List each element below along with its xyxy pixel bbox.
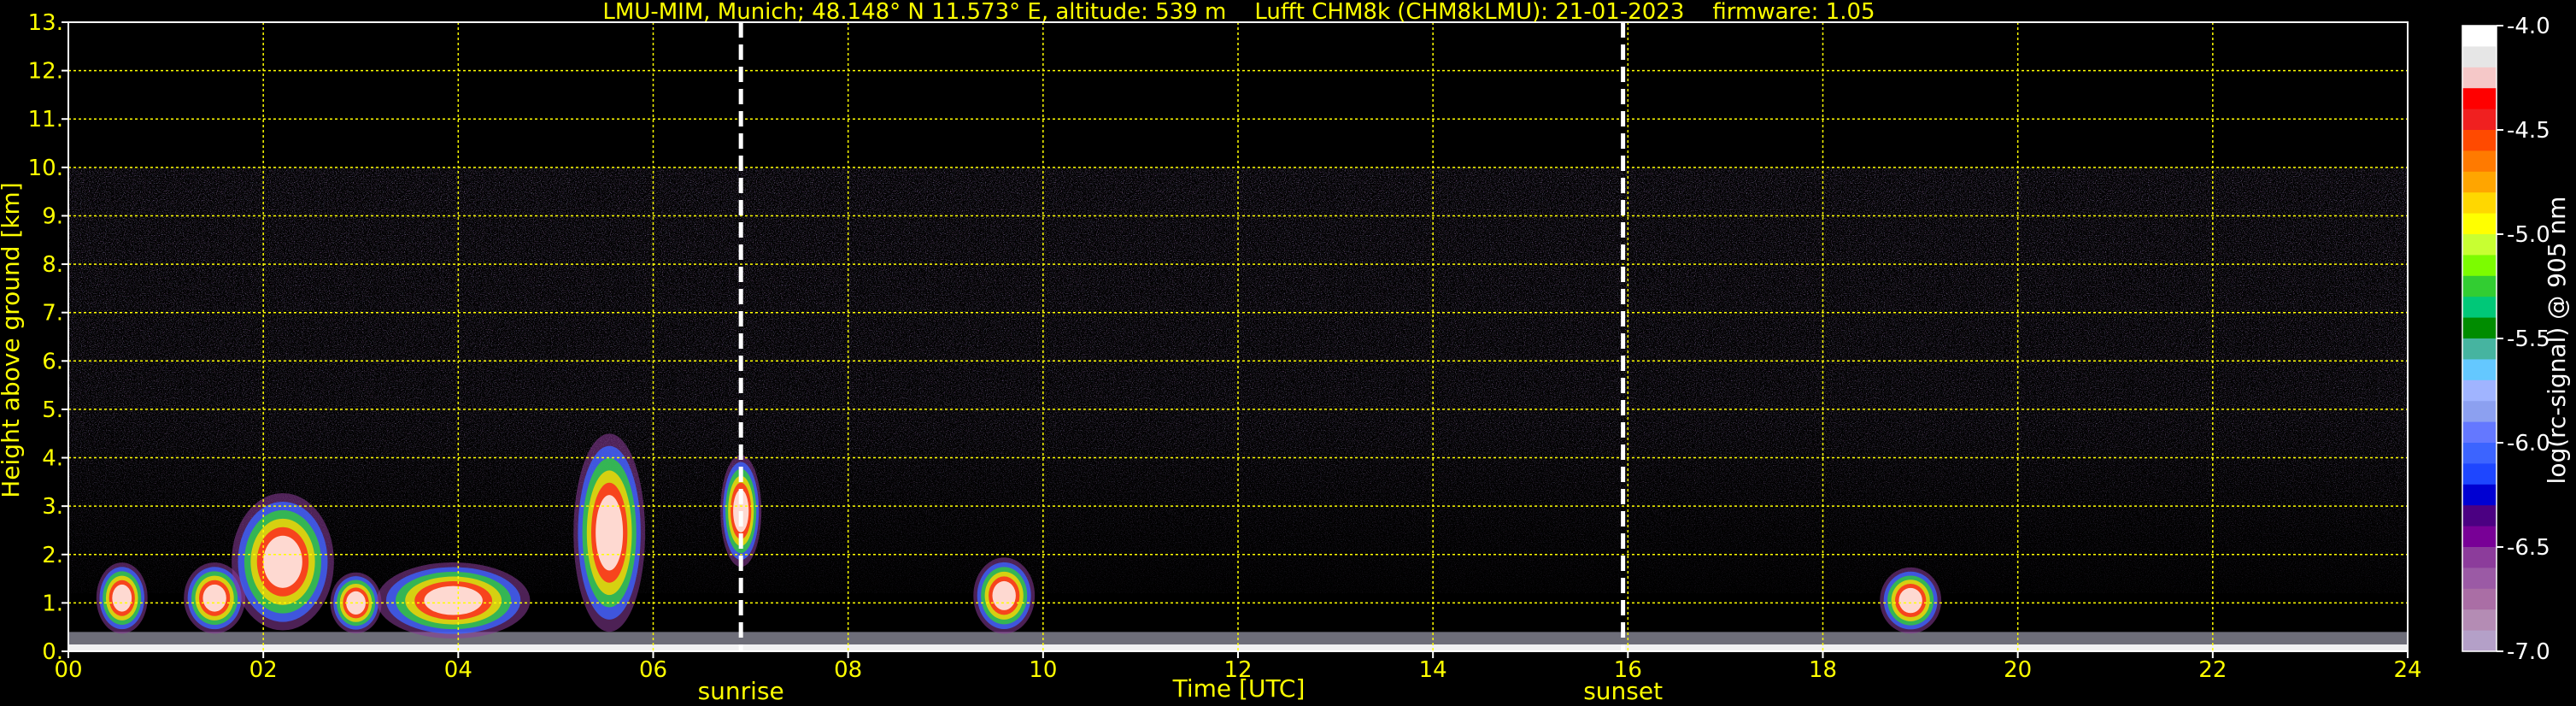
sunset-label: sunset: [1583, 677, 1663, 705]
colorbar-swatch: [2462, 234, 2497, 256]
x-tick-label: 10: [1029, 657, 1057, 683]
colorbar-swatch: [2462, 255, 2497, 277]
x-tick-label: 02: [249, 657, 278, 683]
feature-cloud: [573, 433, 646, 632]
plot-area: [67, 21, 2409, 652]
colorbar-swatch: [2462, 317, 2497, 339]
colorbar-swatch: [2462, 463, 2497, 485]
feature-cloud: [232, 493, 334, 631]
colorbar-swatch: [2462, 421, 2497, 444]
colorbar-swatch: [2462, 297, 2497, 319]
y-tick-label: 12.: [28, 59, 63, 85]
colorbar-swatch: [2462, 609, 2497, 632]
colorbar-swatch: [2462, 401, 2497, 423]
colorbar-swatch: [2462, 338, 2497, 360]
x-tick-label: 22: [2198, 657, 2227, 683]
colorbar-tick-label: -6.5: [2507, 535, 2550, 561]
y-tick-label: 8.: [42, 252, 63, 278]
x-tick-label: 18: [1809, 657, 1837, 683]
x-axis-label: Time [UTC]: [1172, 674, 1306, 703]
colorbar-swatch: [2462, 443, 2497, 464]
colorbar-swatch: [2462, 630, 2497, 652]
colorbar-swatch: [2462, 588, 2497, 610]
colorbar-tick-label: -4.0: [2507, 14, 2550, 39]
colorbar: -4.0-4.5-5.0-5.5-6.0-6.5-7.0: [2462, 14, 2550, 665]
y-tick-label: 1.: [42, 591, 63, 616]
x-tick-label: 14: [1419, 657, 1447, 683]
y-tick-label: 9.: [42, 203, 63, 229]
x-tick-label: 24: [2393, 657, 2421, 683]
colorbar-swatch: [2462, 67, 2497, 89]
colorbar-swatch: [2462, 568, 2497, 590]
colorbar-swatch: [2462, 379, 2497, 402]
x-tick-label: 06: [639, 657, 667, 683]
y-tick-label: 11.: [28, 107, 63, 132]
colorbar-swatch: [2462, 130, 2497, 151]
colorbar-swatch: [2462, 109, 2497, 131]
colorbar-swatch: [2462, 213, 2497, 235]
x-tick-label: 20: [2004, 657, 2032, 683]
colorbar-swatch: [2462, 547, 2497, 568]
colorbar-swatch: [2462, 150, 2497, 173]
y-tick-label: 3.: [42, 494, 63, 520]
colorbar-tick-label: -4.5: [2507, 118, 2550, 144]
y-tick-label: 2.: [42, 543, 63, 568]
colorbar-swatch: [2462, 359, 2497, 381]
colorbar-swatch: [2462, 526, 2497, 548]
feature-cloud: [376, 562, 531, 639]
chart-title: LMU-MIM, Munich; 48.148° N 11.573° E, al…: [602, 0, 1875, 25]
y-tick-label: 5.: [42, 397, 63, 423]
x-tick-label: 04: [444, 657, 472, 683]
colorbar-swatch: [2462, 484, 2497, 506]
colorbar-swatch: [2462, 275, 2497, 297]
colorbar-swatch: [2462, 171, 2497, 193]
feature-cloud: [973, 557, 1036, 634]
feature-cloud: [1880, 567, 1942, 634]
y-tick-label: 7.: [42, 301, 63, 327]
y-tick-label: 10.: [28, 156, 63, 181]
colorbar-swatch: [2462, 46, 2497, 68]
colorbar-swatch: [2462, 192, 2497, 215]
feature-cloud: [96, 562, 148, 634]
y-tick-label: 4.: [42, 446, 63, 472]
x-tick-label: 00: [54, 657, 82, 683]
y-axis-label: Height above ground [km]: [0, 182, 25, 498]
y-tick-label: 13.: [28, 10, 63, 36]
colorbar-swatch: [2462, 88, 2497, 110]
sunrise-label: sunrise: [698, 677, 784, 705]
backscatter-speckle: [68, 167, 2408, 594]
x-tick-label: 08: [834, 657, 862, 683]
colorbar-swatch: [2462, 26, 2497, 47]
y-axis: 0.1.2.3.4.5.6.7.8.9.10.11.12.13.: [28, 10, 68, 665]
colorbar-swatch: [2462, 505, 2497, 527]
ceilometer-chart: 0.1.2.3.4.5.6.7.8.9.10.11.12.13. 00 02 04 0…: [0, 0, 2571, 705]
y-tick-label: 6.: [42, 349, 63, 374]
colorbar-tick-label: -7.0: [2507, 639, 2550, 665]
colorbar-label: log(rc-signal) @ 905 nm: [2543, 197, 2571, 485]
